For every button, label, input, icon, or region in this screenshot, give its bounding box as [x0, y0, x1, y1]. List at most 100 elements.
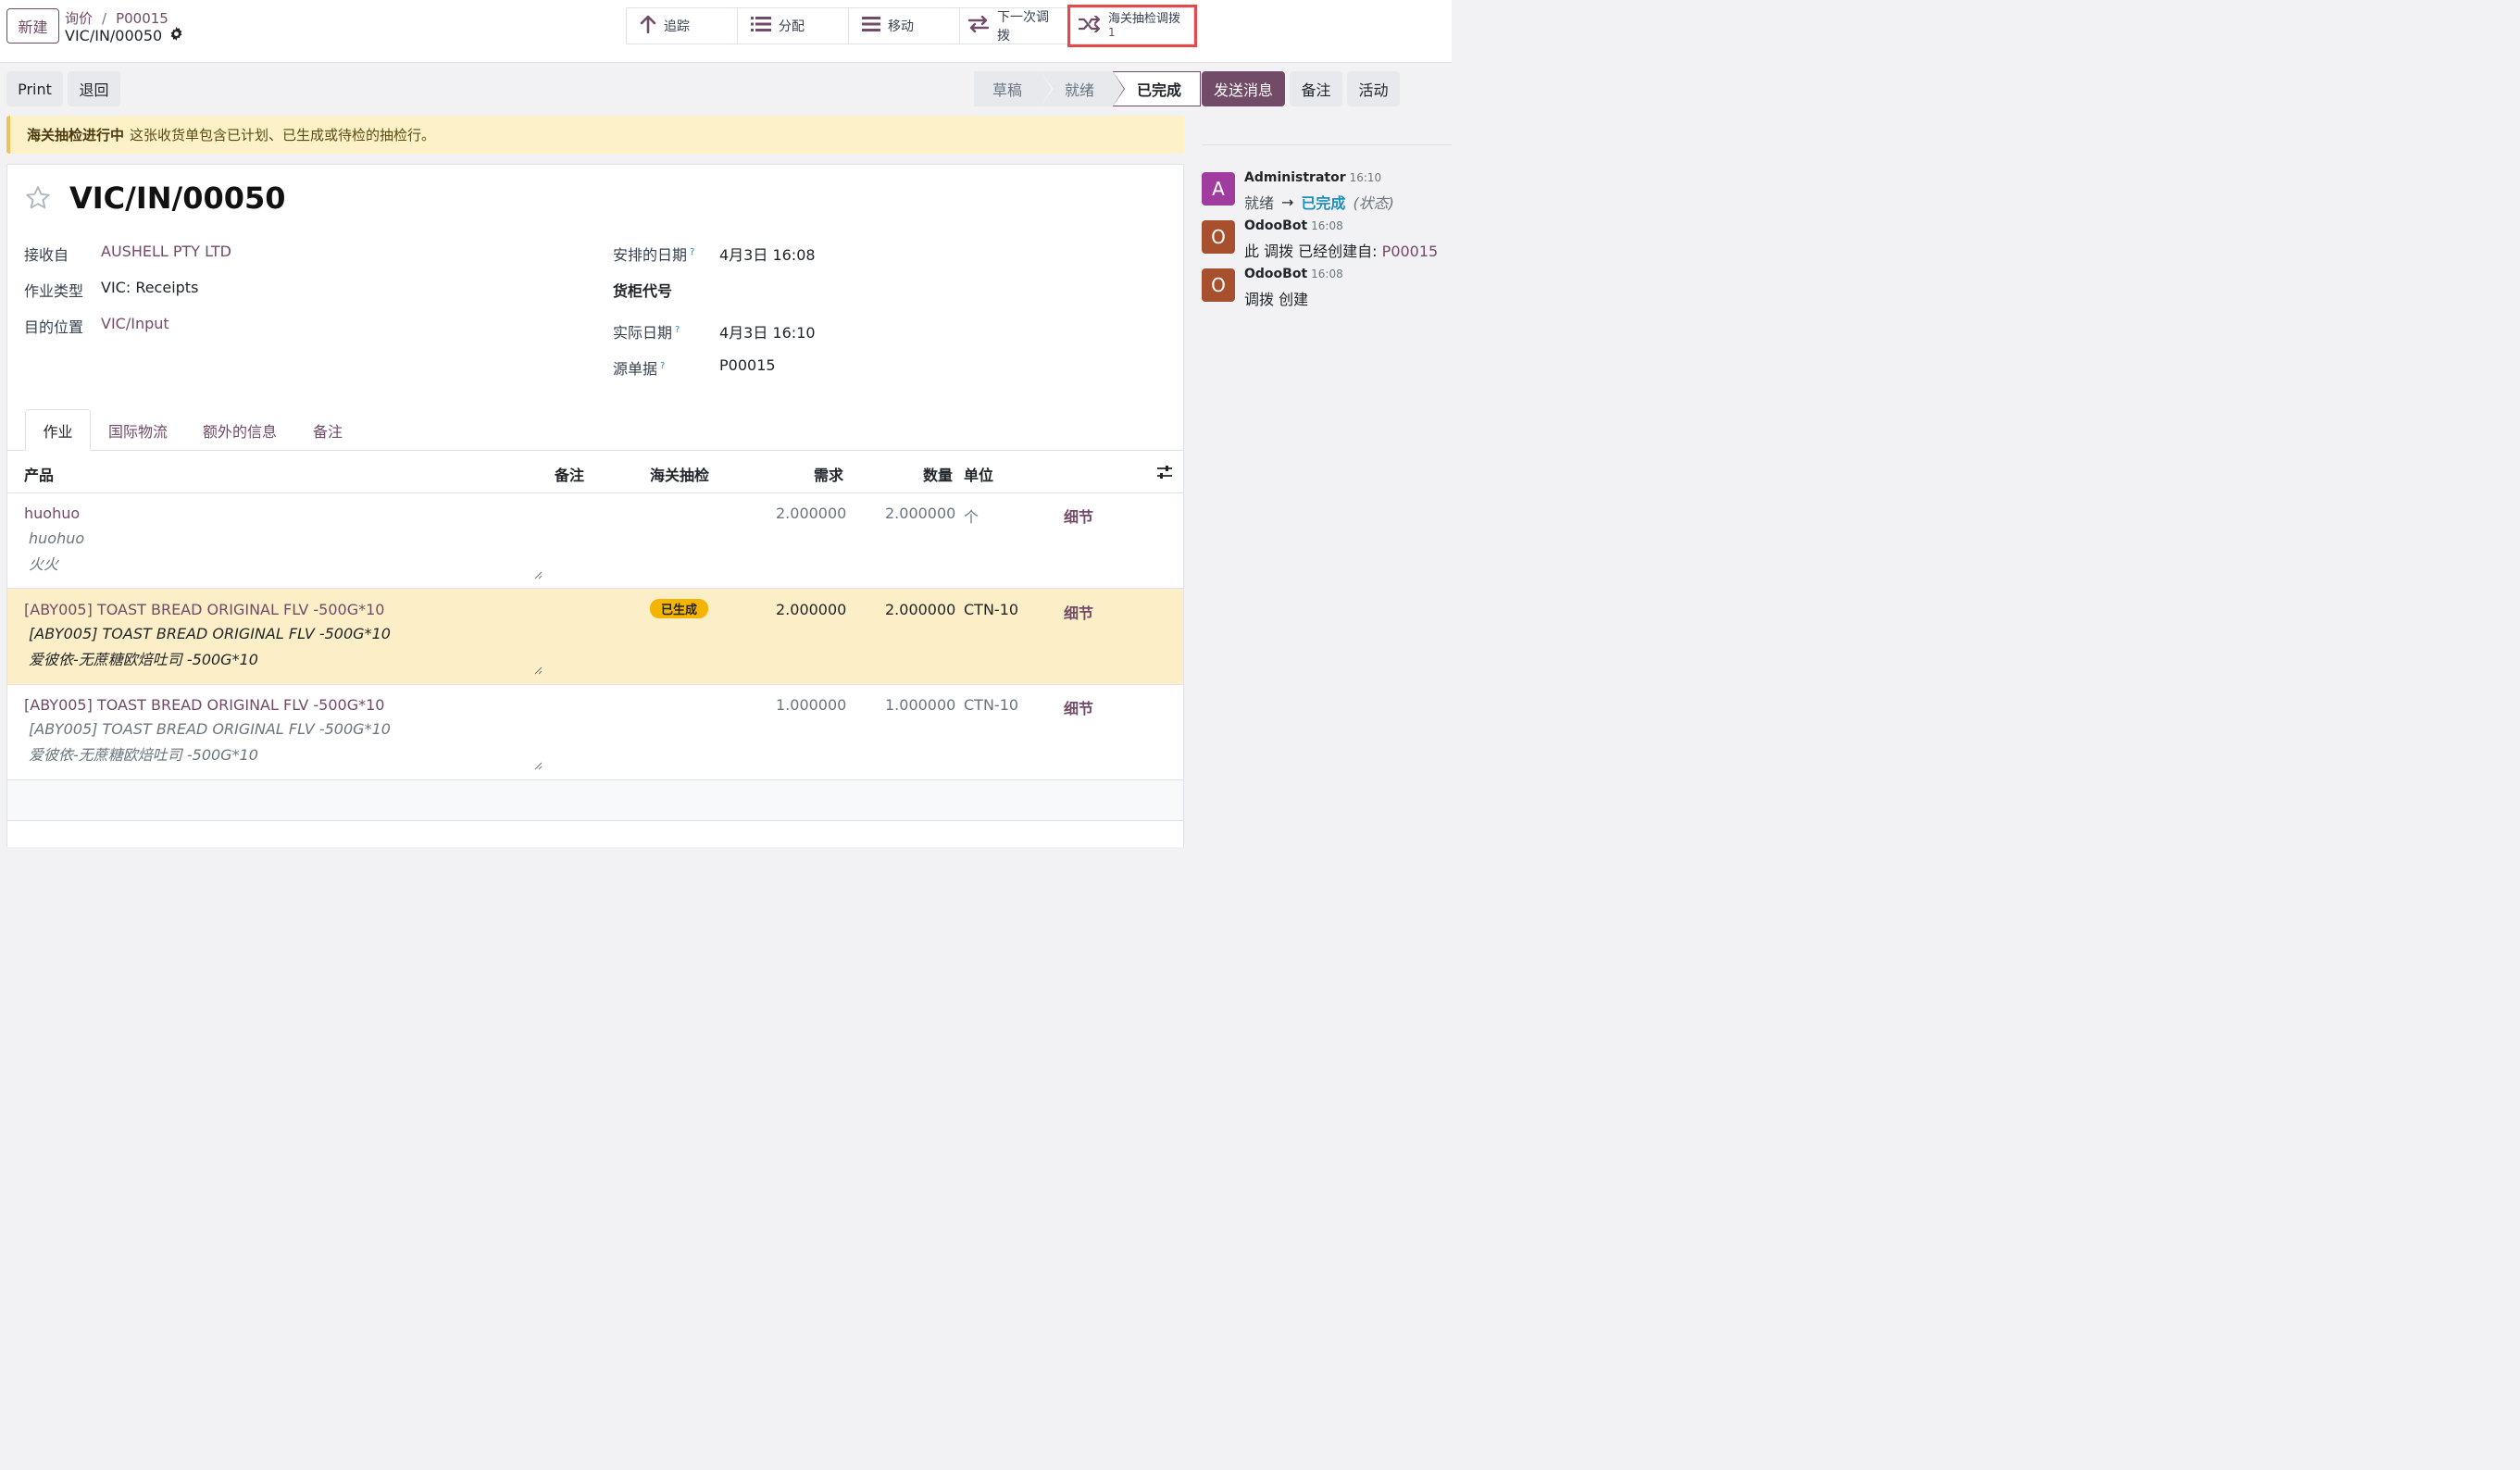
row-description[interactable]: [ABY005] TOAST BREAD ORIGINAL FLV -500G*… — [29, 625, 391, 642]
row-demand: 1.000000 — [776, 696, 847, 714]
message-link[interactable]: P00015 — [1382, 243, 1439, 260]
operation-type-value[interactable]: VIC: Receipts — [101, 279, 198, 296]
column-header-inspection[interactable]: 海关抽检 — [650, 463, 709, 485]
tab-note[interactable]: 备注 — [300, 409, 356, 451]
textarea-resize-handle[interactable] — [533, 756, 543, 774]
row-quantity[interactable]: 1.000000 — [885, 696, 955, 714]
row-quantity[interactable]: 2.000000 — [885, 601, 955, 618]
row-description-cn[interactable]: 火火 — [29, 552, 58, 574]
row-description[interactable]: [ABY005] TOAST BREAD ORIGINAL FLV -500G*… — [29, 720, 391, 738]
message-time: 16:08 — [1311, 219, 1343, 232]
destination-link[interactable]: VIC/Input — [101, 315, 169, 332]
optional-columns-icon[interactable] — [1156, 465, 1173, 483]
chatter-divider — [1202, 144, 1452, 145]
textarea-resize-handle[interactable] — [533, 566, 543, 583]
smart-buttons: 追踪 分配 移动 下一次调拨 海关抽检调拨 1 — [626, 5, 1197, 47]
row-quantity[interactable]: 2.000000 — [885, 505, 955, 522]
field-label-destination: 目的位置 — [24, 318, 84, 336]
row-product-link[interactable]: huohuo — [24, 505, 80, 522]
field-label-partner: 接收自 — [24, 246, 69, 264]
row-product-link[interactable]: [ABY005] TOAST BREAD ORIGINAL FLV -500G*… — [24, 696, 384, 714]
stage-draft: 草稿 — [974, 71, 1054, 106]
alert-text: 这张收货单包含已计划、已生成或待检的抽检行。 — [130, 127, 436, 143]
list-icon — [751, 16, 771, 36]
record-title-row: VIC/IN/00050 — [65, 27, 183, 44]
gear-icon[interactable] — [169, 27, 183, 44]
log-note-button[interactable]: 备注 — [1290, 71, 1342, 106]
column-header-quantity[interactable]: 数量 — [923, 463, 953, 485]
print-button[interactable]: Print — [6, 71, 63, 106]
row-uom[interactable]: 个 — [964, 505, 979, 527]
row-description-cn[interactable]: 爱彼依-无蔗糖欧焙吐司 -500G*10 — [29, 742, 258, 765]
column-header-uom[interactable]: 单位 — [964, 463, 993, 485]
message-time: 16:08 — [1311, 268, 1343, 280]
row-demand: 2.000000 — [776, 601, 847, 618]
field-label-container-no: 货柜代号 — [613, 282, 673, 300]
message-author[interactable]: OdooBot 16:08 — [1244, 267, 1343, 281]
column-header-product[interactable]: 产品 — [24, 463, 54, 485]
status-bar: 草稿 就绪 已完成 — [974, 71, 1202, 106]
alert-title: 海关抽检进行中 — [27, 127, 125, 143]
smart-button-label: 移动 — [888, 19, 914, 34]
activity-button[interactable]: 活动 — [1347, 71, 1400, 106]
table-row[interactable] — [7, 493, 1183, 588]
tab-operations[interactable]: 作业 — [25, 409, 91, 451]
table-footer — [7, 780, 1183, 820]
help-icon[interactable]: ? — [675, 325, 680, 335]
tab-extra-info[interactable]: 额外的信息 — [191, 409, 289, 451]
effective-date-value: 4月3日 16:10 — [719, 324, 816, 342]
bars-icon — [862, 16, 880, 36]
smart-button-allocate[interactable]: 分配 — [738, 8, 849, 44]
message-body: 调拨 创建 — [1244, 291, 1309, 308]
column-header-note[interactable]: 备注 — [555, 463, 584, 485]
send-message-button[interactable]: 发送消息 — [1202, 71, 1285, 106]
source-document-value[interactable]: P00015 — [719, 356, 776, 374]
textarea-resize-handle[interactable] — [533, 661, 543, 679]
avatar[interactable]: A — [1202, 172, 1235, 206]
return-button[interactable]: 退回 — [68, 71, 120, 106]
column-header-demand[interactable]: 需求 — [814, 463, 843, 485]
row-product-link[interactable]: [ABY005] TOAST BREAD ORIGINAL FLV -500G*… — [24, 601, 384, 618]
scheduled-date-value[interactable]: 4月3日 16:08 — [719, 243, 816, 265]
help-icon[interactable]: ? — [660, 361, 665, 371]
partner-link[interactable]: AUSHELL PTY LTD — [101, 243, 231, 260]
row-description[interactable]: huohuo — [29, 529, 84, 547]
smart-button-label: 追踪 — [664, 19, 690, 34]
new-button[interactable]: 新建 — [6, 8, 59, 44]
smart-button-label: 分配 — [779, 19, 805, 34]
tab-international-logistics[interactable]: 国际物流 — [96, 409, 180, 451]
field-label-effective-date: 实际日期? — [613, 324, 680, 342]
record-name: VIC/IN/00050 — [69, 181, 286, 216]
tabs-baseline — [7, 450, 1183, 451]
smart-button-next-transfer[interactable]: 下一次调拨 — [960, 8, 1071, 44]
breadcrumb-record-link[interactable]: P00015 — [116, 10, 168, 27]
message-author[interactable]: Administrator 16:10 — [1244, 170, 1381, 185]
row-detail-button[interactable]: 细节 — [1064, 601, 1093, 623]
smart-button-customs-inspection-transfer[interactable]: 海关抽检调拨 1 — [1067, 5, 1197, 47]
footer-divider — [7, 820, 1183, 821]
field-label-scheduled-date: 安排的日期? — [613, 246, 695, 264]
container-no-input[interactable] — [719, 279, 1090, 299]
star-icon[interactable] — [24, 184, 52, 216]
row-detail-button[interactable]: 细节 — [1064, 696, 1093, 718]
breadcrumb-separator: / — [102, 9, 107, 27]
avatar[interactable]: O — [1202, 268, 1235, 302]
smart-button-label: 海关抽检调拨 — [1108, 12, 1181, 26]
breadcrumb-parent-link[interactable]: 询价 — [65, 8, 93, 28]
exchange-icon — [967, 15, 990, 36]
message-author[interactable]: OdooBot 16:08 — [1244, 218, 1343, 233]
avatar[interactable]: O — [1202, 220, 1235, 254]
smart-button-moves[interactable]: 移动 — [849, 8, 960, 44]
inspection-alert: 海关抽检进行中 这张收货单包含已计划、已生成或待检的抽检行。 — [6, 116, 1184, 154]
row-description-cn[interactable]: 爱彼依-无蔗糖欧焙吐司 -500G*10 — [29, 647, 258, 669]
row-demand: 2.000000 — [776, 505, 847, 522]
row-uom[interactable]: CTN-10 — [964, 696, 1018, 714]
help-icon[interactable]: ? — [690, 247, 694, 257]
row-divider — [7, 684, 1183, 685]
field-label-operation-type: 作业类型 — [24, 282, 84, 300]
row-detail-button[interactable]: 细节 — [1064, 505, 1093, 527]
smart-button-trace[interactable]: 追踪 — [627, 8, 738, 44]
arrow-right-icon: → — [1281, 193, 1294, 211]
row-uom[interactable]: CTN-10 — [964, 601, 1018, 618]
smart-button-label: 下一次调拨 — [997, 10, 1049, 44]
